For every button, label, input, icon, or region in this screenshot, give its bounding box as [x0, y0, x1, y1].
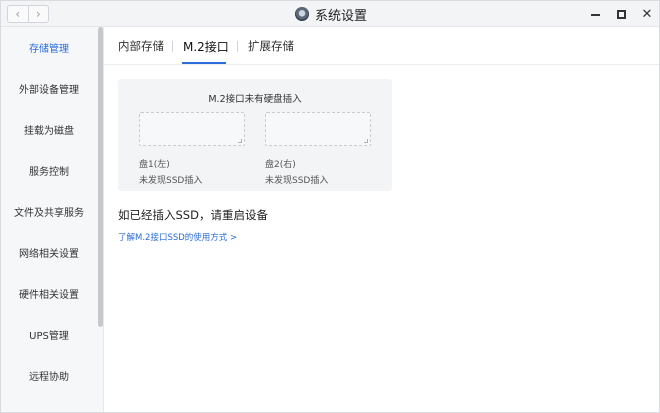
tab-expansion-storage[interactable]: 扩展存储 — [248, 27, 294, 65]
slot-2-label: 盘2(右) — [265, 160, 296, 170]
panel-title: M.2接口未有硬盘插入 — [208, 94, 302, 105]
maximize-icon — [616, 9, 626, 19]
tab-m2[interactable]: M.2接口 — [183, 27, 229, 65]
sidebar: 存储管理 外部设备管理 挂载为磁盘 服务控制 文件及共享服务 网络相关设置 硬件… — [1, 27, 104, 412]
sidebar-item-ups[interactable]: UPS管理 — [1, 314, 97, 355]
settings-app-icon — [294, 7, 309, 21]
close-button[interactable]: ✕ — [641, 6, 653, 22]
m2-slots-panel: M.2接口未有硬盘插入 盘1(左) 未发现SSD插入 盘2(右) 未发现SSD插… — [118, 79, 392, 191]
sidebar-item-file-sharing[interactable]: 文件及共享服务 — [1, 191, 97, 232]
sidebar-item-service-control[interactable]: 服务控制 — [1, 150, 97, 191]
window-title-group: 系统设置 — [1, 1, 659, 27]
tab-separator — [172, 41, 173, 52]
tab-internal-storage[interactable]: 内部存储 — [118, 27, 164, 65]
sidebar-item-external-devices[interactable]: 外部设备管理 — [1, 68, 97, 109]
title-bar: ‹ › 系统设置 ✕ — [1, 1, 659, 27]
slot-2-placeholder — [265, 112, 371, 146]
sidebar-item-network[interactable]: 网络相关设置 — [1, 232, 97, 273]
slot-1-placeholder — [139, 112, 245, 146]
slot-1-label: 盘1(左) — [139, 160, 170, 170]
window-title: 系统设置 — [314, 8, 367, 24]
close-icon: ✕ — [641, 6, 653, 22]
sidebar-item-mount-disk[interactable]: 挂载为磁盘 — [1, 109, 97, 150]
minimize-icon — [590, 14, 600, 16]
slot-2-status: 未发现SSD插入 — [265, 176, 329, 186]
settings-window: ‹ › 系统设置 ✕ 存储管理 外部设备管理 挂载为磁盘 服务控制 文件及共享服… — [0, 0, 660, 413]
sidebar-scrollbar[interactable] — [98, 27, 103, 327]
learn-m2-link[interactable]: 了解M.2接口SSD的使用方式 > — [118, 231, 237, 243]
minimize-button[interactable] — [589, 8, 601, 20]
tab-separator — [237, 41, 238, 52]
sidebar-item-hardware[interactable]: 硬件相关设置 — [1, 273, 97, 314]
slot-1-status: 未发现SSD插入 — [139, 176, 203, 186]
maximize-button[interactable] — [615, 8, 627, 20]
active-tab-indicator — [182, 62, 226, 64]
slot-corner-mark — [364, 139, 368, 143]
tab-bar: 内部存储 M.2接口 扩展存储 — [104, 27, 659, 65]
sidebar-item-remote-assist[interactable]: 远程协助 — [1, 355, 97, 396]
main-content: 内部存储 M.2接口 扩展存储 M.2接口未有硬盘插入 盘1(左) 未发现SSD… — [104, 27, 659, 412]
restart-notice: 如已经插入SSD，请重启设备 — [118, 208, 268, 222]
window-controls: ✕ — [589, 1, 653, 27]
slot-corner-mark — [238, 139, 242, 143]
sidebar-item-storage[interactable]: 存储管理 — [1, 27, 97, 68]
